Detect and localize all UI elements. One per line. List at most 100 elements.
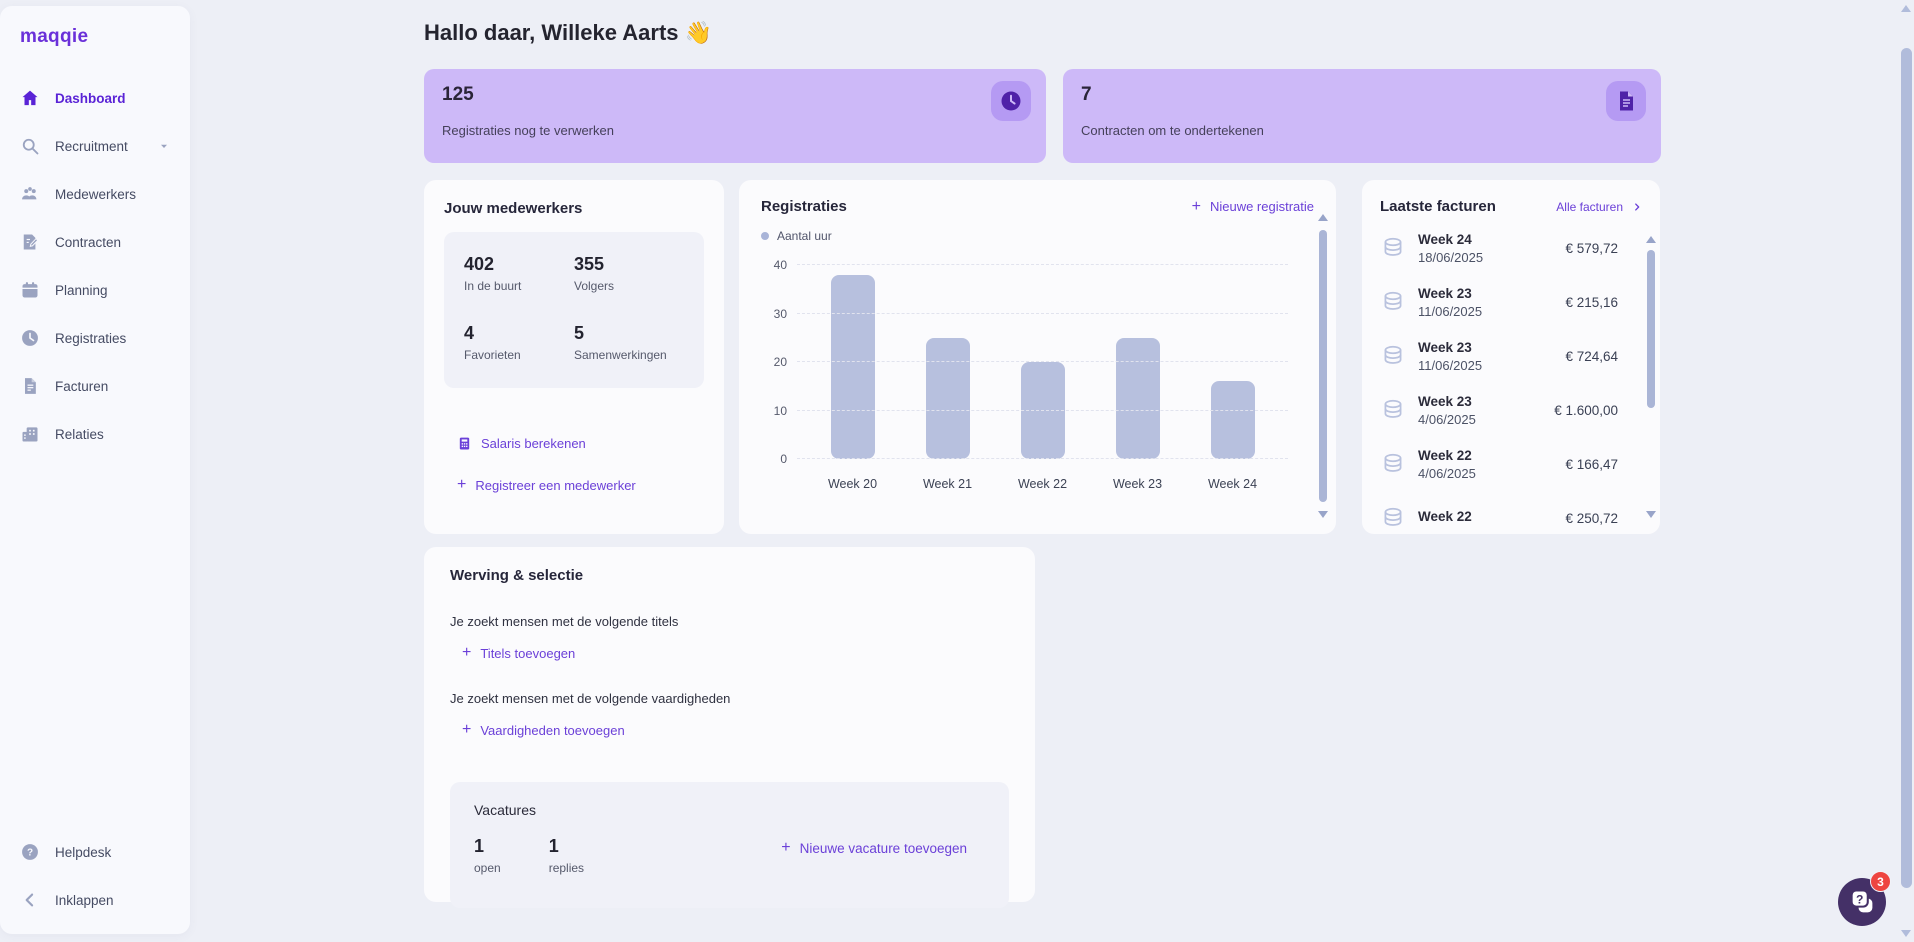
alle-facturen-label: Alle facturen bbox=[1556, 199, 1623, 214]
chart-x-labels: Week 20 Week 21 Week 22 Week 23 Week 24 bbox=[797, 477, 1288, 491]
sidebar-item-label: Facturen bbox=[55, 378, 109, 394]
invoice-row[interactable]: Week 23 11/06/2025 € 215,16 bbox=[1380, 275, 1642, 329]
plus-icon: + bbox=[1191, 197, 1201, 215]
sidebar-item-label: Contracten bbox=[55, 234, 122, 250]
bar-week-21[interactable] bbox=[925, 337, 970, 459]
summary-card-2[interactable]: 7 Contracten om te ondertekenen bbox=[1063, 69, 1661, 163]
sidebar-item-dashboard[interactable]: Dashboard bbox=[0, 74, 190, 122]
invoice-row[interactable]: Week 22 4/06/2025 € 166,47 bbox=[1380, 437, 1642, 491]
medewerkers-link-salaris[interactable]: Salaris berekenen bbox=[457, 436, 704, 451]
chevron-left-icon bbox=[20, 890, 40, 910]
invoice-date: 4/06/2025 bbox=[1418, 411, 1476, 427]
stat-label: Favorieten bbox=[464, 348, 521, 362]
sidebar-item-planning[interactable]: Planning bbox=[0, 266, 190, 314]
chart-y-tick-label: 10 bbox=[773, 403, 787, 418]
facturen-title: Laatste facturen bbox=[1380, 198, 1496, 215]
summary-cards-row: 125 Registraties nog te verwerken 7 Contrac… bbox=[424, 69, 1661, 163]
scroll-up-arrow-icon[interactable] bbox=[1646, 236, 1656, 243]
scroll-up-arrow-icon[interactable] bbox=[1318, 214, 1328, 221]
scroll-up-arrow-icon[interactable] bbox=[1901, 5, 1911, 12]
vaardigheden-toevoegen-button[interactable]: + Vaardigheden toevoegen bbox=[450, 722, 1009, 738]
scroll-down-arrow-icon[interactable] bbox=[1646, 511, 1656, 518]
link-label: Salaris berekenen bbox=[481, 436, 586, 451]
invoice-date: 11/06/2025 bbox=[1418, 357, 1483, 373]
page-scrollbar[interactable] bbox=[1900, 0, 1913, 942]
sidebar-item-registraties[interactable]: Registraties bbox=[0, 314, 190, 362]
summary-card-1[interactable]: 125 Registraties nog te verwerken bbox=[424, 69, 1046, 163]
sidebar-item-inklappen[interactable]: Inklappen bbox=[0, 876, 190, 924]
bar-week-20[interactable] bbox=[830, 274, 875, 459]
sidebar-item-label: Planning bbox=[55, 282, 108, 298]
chart-scrollbar[interactable] bbox=[1318, 214, 1328, 518]
titels-text: Je zoekt mensen met de volgende titels bbox=[450, 614, 679, 629]
invoice-row[interactable]: Week 23 4/06/2025 € 1.600,00 bbox=[1380, 383, 1642, 437]
bar-week-23[interactable] bbox=[1115, 337, 1160, 459]
stat-value: 4 bbox=[464, 323, 475, 343]
medewerkers-link-registreer[interactable]: + Registreer een medewerker bbox=[457, 477, 704, 493]
chart-gridline: 40 bbox=[774, 258, 1288, 272]
invoice-text: Week 23 4/06/2025 bbox=[1418, 394, 1476, 427]
scroll-down-arrow-icon[interactable] bbox=[1901, 930, 1911, 937]
sidebar-item-label: Relaties bbox=[55, 426, 104, 442]
registraties-title: Registraties bbox=[761, 198, 847, 215]
clock-chip-icon bbox=[1001, 91, 1021, 111]
summary-icon-chip bbox=[991, 81, 1031, 121]
link-label: Registreer een medewerker bbox=[475, 477, 636, 493]
sidebar-item-facturen[interactable]: Facturen bbox=[0, 362, 190, 410]
sidebar-item-relaties[interactable]: Relaties bbox=[0, 410, 190, 458]
sidebar-nav: Dashboard Recruitment Medewerkers Contracte… bbox=[0, 74, 190, 458]
scroll-down-arrow-icon[interactable] bbox=[1318, 511, 1328, 518]
legend-label: Aantal uur bbox=[777, 229, 832, 243]
vaardigheden-toevoegen-label: Vaardigheden toevoegen bbox=[480, 722, 625, 738]
invoice-icon bbox=[20, 376, 40, 396]
summary-label: Contracten om te ondertekenen bbox=[1081, 123, 1264, 138]
scrollbar-thumb[interactable] bbox=[1901, 48, 1912, 888]
nieuwe-vacature-button[interactable]: + Nieuwe vacature toevoegen bbox=[781, 840, 967, 856]
sidebar-item-helpdesk[interactable]: ? Helpdesk bbox=[0, 828, 190, 876]
chart-plot-area: 0 10 20 30 40 bbox=[774, 258, 1288, 466]
bar-week-24[interactable] bbox=[1210, 381, 1255, 459]
sidebar-footer: ? Helpdesk Inklappen bbox=[0, 828, 190, 924]
sidebar-item-medewerkers[interactable]: Medewerkers bbox=[0, 170, 190, 218]
coins-icon bbox=[1380, 343, 1406, 369]
scrollbar-thumb[interactable] bbox=[1647, 250, 1655, 408]
nieuwe-registratie-button[interactable]: + Nieuwe registratie bbox=[1191, 197, 1314, 215]
invoice-date: 4/06/2025 bbox=[1418, 465, 1476, 481]
invoice-text: Week 23 11/06/2025 bbox=[1418, 286, 1482, 319]
stat-label: open bbox=[474, 861, 501, 875]
helpdesk-chat-button[interactable]: ? 3 bbox=[1838, 871, 1891, 926]
greeting-text: Hallo daar, Willeke Aarts bbox=[424, 20, 679, 45]
invoice-text: Week 22 bbox=[1418, 509, 1472, 527]
chart-gridline: 30 bbox=[774, 307, 1288, 321]
contract-icon bbox=[20, 232, 40, 252]
chart-gridline: 10 bbox=[774, 404, 1288, 418]
alle-facturen-link[interactable]: Alle facturen bbox=[1556, 200, 1642, 214]
svg-text:?: ? bbox=[27, 848, 33, 859]
stat-label: Volgers bbox=[574, 279, 615, 293]
invoice-row[interactable]: Week 23 11/06/2025 € 724,64 bbox=[1380, 329, 1642, 383]
vacatures-title: Vacatures bbox=[474, 802, 536, 818]
chat-notification-badge: 3 bbox=[1870, 871, 1891, 892]
invoice-week: Week 23 bbox=[1418, 393, 1472, 409]
stat-cell: 4 Favorieten bbox=[464, 323, 574, 362]
sidebar-item-label: Helpdesk bbox=[55, 844, 112, 860]
coins-icon bbox=[1380, 451, 1406, 477]
chart-x-tick-label: Week 22 bbox=[1017, 477, 1068, 491]
plus-icon: + bbox=[781, 839, 791, 856]
building-icon bbox=[20, 424, 40, 444]
sidebar-item-contracten[interactable]: Contracten bbox=[0, 218, 190, 266]
nieuwe-registratie-label: Nieuwe registratie bbox=[1209, 199, 1314, 214]
chevron-down-icon[interactable] bbox=[158, 140, 170, 152]
facturen-scrollbar[interactable] bbox=[1646, 236, 1656, 518]
invoice-date: 11/06/2025 bbox=[1418, 303, 1483, 319]
titels-toevoegen-button[interactable]: + Titels toevoegen bbox=[450, 645, 1009, 661]
werving-title: Werving & selectie bbox=[450, 567, 584, 584]
invoice-row[interactable]: Week 24 18/06/2025 € 579,72 bbox=[1380, 221, 1642, 275]
stat-cell: 402 In de buurt bbox=[464, 254, 574, 293]
invoice-row[interactable]: Week 22 € 250,72 bbox=[1380, 491, 1642, 534]
invoice-date: 18/06/2025 bbox=[1418, 249, 1484, 265]
sidebar-item-recruitment[interactable]: Recruitment bbox=[0, 122, 190, 170]
sidebar-item-label: Registraties bbox=[55, 330, 127, 346]
scrollbar-thumb[interactable] bbox=[1319, 230, 1327, 502]
bar-week-22[interactable] bbox=[1020, 362, 1065, 459]
